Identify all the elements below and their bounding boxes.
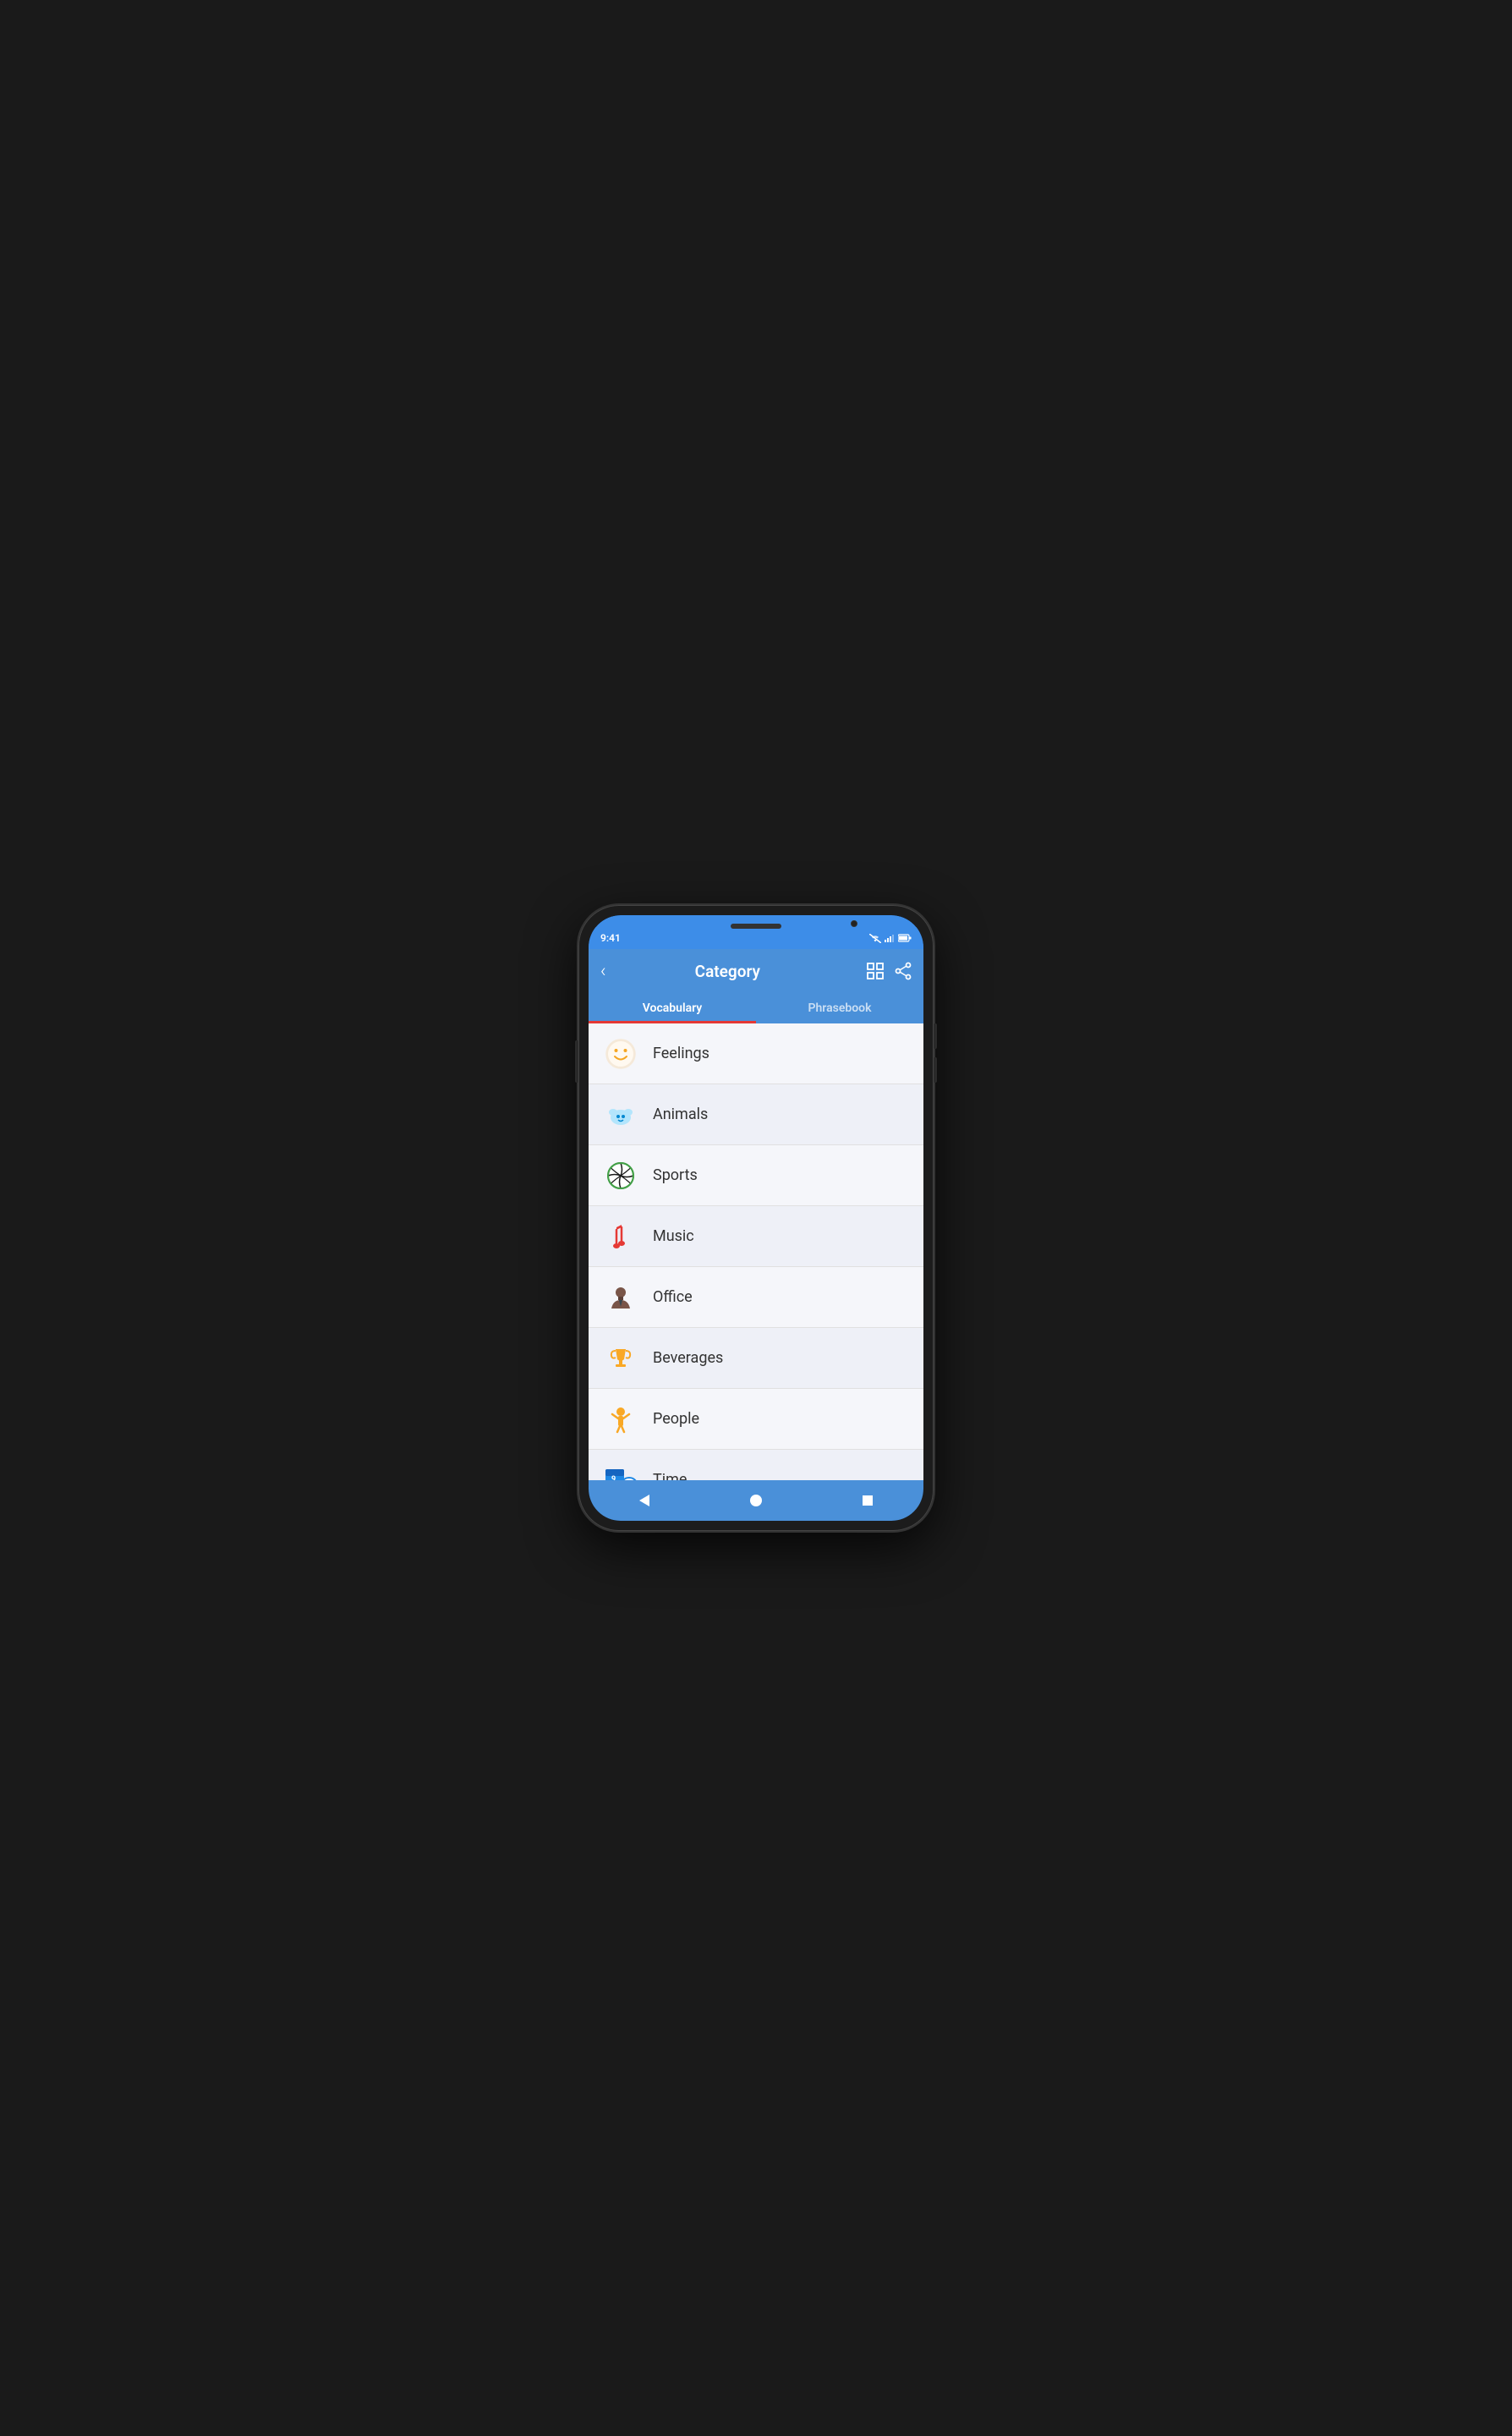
list-item[interactable]: Feelings	[589, 1023, 923, 1084]
bottom-nav	[589, 1480, 923, 1521]
time-label: Time	[653, 1471, 687, 1480]
nav-home-icon	[749, 1494, 763, 1507]
nav-back-button[interactable]	[627, 1484, 661, 1517]
list-item[interactable]: Animals	[589, 1084, 923, 1145]
share-icon[interactable]	[895, 962, 912, 980]
people-label: People	[653, 1410, 699, 1428]
nav-recent-button[interactable]	[851, 1484, 885, 1517]
office-label: Office	[653, 1288, 693, 1306]
phone-screen: 9:41	[589, 915, 923, 1521]
tab-phrasebook[interactable]: Phrasebook	[756, 993, 923, 1023]
volume-down-button[interactable]	[934, 1057, 937, 1083]
status-icons	[869, 934, 912, 943]
phone-speaker	[731, 924, 781, 929]
music-icon	[602, 1218, 639, 1255]
grid-icon[interactable]	[866, 962, 885, 980]
category-list: Feelings Animals	[589, 1023, 923, 1480]
animals-icon	[602, 1096, 639, 1133]
people-icon	[602, 1401, 639, 1438]
music-label: Music	[653, 1227, 694, 1245]
beverages-label: Beverages	[653, 1349, 723, 1367]
feelings-label: Feelings	[653, 1045, 709, 1062]
list-item[interactable]: Music	[589, 1206, 923, 1267]
app-bar-actions	[866, 962, 912, 980]
nav-recent-icon	[861, 1494, 874, 1507]
feelings-icon	[602, 1035, 639, 1073]
list-item[interactable]: Sports	[589, 1145, 923, 1206]
list-item[interactable]: 9 Time	[589, 1450, 923, 1480]
beverages-icon	[602, 1340, 639, 1377]
wifi-icon	[869, 934, 881, 943]
sports-icon	[602, 1157, 639, 1194]
nav-back-icon	[637, 1493, 652, 1508]
phone-camera	[851, 920, 857, 927]
tab-vocabulary[interactable]: Vocabulary	[589, 993, 756, 1023]
status-time: 9:41	[600, 932, 621, 944]
tabs: Vocabulary Phrasebook	[589, 993, 923, 1023]
signal-icon	[885, 934, 895, 942]
animals-label: Animals	[653, 1106, 708, 1123]
battery-icon	[898, 934, 912, 942]
nav-home-button[interactable]	[739, 1484, 773, 1517]
phone-frame: 9:41	[578, 905, 934, 1531]
status-bar: 9:41	[589, 927, 923, 949]
list-item[interactable]: People	[589, 1389, 923, 1450]
app-bar: ‹ Category	[589, 949, 923, 993]
sports-label: Sports	[653, 1166, 698, 1184]
list-item[interactable]: Office	[589, 1267, 923, 1328]
power-button[interactable]	[575, 1040, 578, 1083]
time-icon: 9	[602, 1462, 639, 1481]
app-bar-title: Category	[598, 962, 857, 981]
office-icon	[602, 1279, 639, 1316]
list-item[interactable]: Beverages	[589, 1328, 923, 1389]
volume-up-button[interactable]	[934, 1023, 937, 1049]
